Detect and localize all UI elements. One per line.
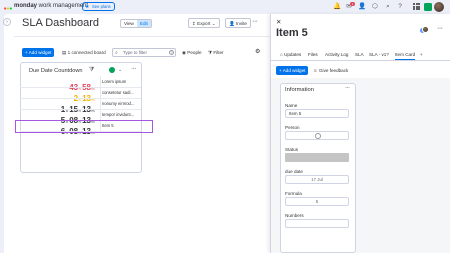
person-placeholder-icon — [315, 133, 321, 139]
edit-mode-button[interactable]: Edit — [136, 20, 151, 27]
export-button[interactable]: ↥ Export ⌄ — [188, 18, 220, 28]
status-field[interactable] — [285, 153, 349, 162]
row-separator — [100, 109, 101, 120]
settings-gear-icon[interactable]: ⚙ — [255, 48, 260, 57]
search-icon[interactable]: ⌕ — [384, 3, 392, 11]
subscriber-avatar — [422, 26, 429, 33]
top-bar: monday work management See plans 🔔 ✉ 1 👤… — [0, 0, 450, 14]
board-title[interactable]: SLA Dashboard — [22, 17, 99, 29]
invite-button[interactable]: 👤 Invite — [225, 18, 251, 28]
person-label: Person — [285, 125, 300, 130]
help-icon[interactable]: ? — [169, 50, 174, 55]
app-switcher-icon[interactable] — [413, 3, 420, 10]
card-more-icon[interactable]: ··· — [345, 85, 350, 91]
item-subscribers[interactable] — [419, 26, 429, 35]
board-more-icon[interactable]: ··· — [252, 18, 258, 25]
filter-button[interactable]: ⧩ Filter — [208, 48, 224, 57]
item-name: Lorem ipsum — [102, 79, 127, 84]
item-name: consetetur sadi... — [102, 90, 134, 95]
close-icon[interactable]: ✕ — [276, 18, 281, 26]
widget-filter-icon[interactable]: ⧩ — [89, 67, 94, 74]
due-date-field[interactable]: 17 Jul — [285, 175, 349, 184]
formula-field[interactable]: 5 — [285, 197, 349, 206]
apps-marketplace-icon[interactable]: ⬡ — [371, 3, 379, 11]
invite-members-icon[interactable]: 👤 — [358, 3, 366, 11]
search-icon: ⌕ — [115, 50, 118, 56]
countdown-row[interactable]: 2h 13m consetetur sadi... — [20, 87, 141, 103]
help-icon[interactable]: ? — [396, 3, 404, 11]
tab-files[interactable]: Files — [308, 52, 318, 57]
view-edit-toggle: View Edit — [120, 19, 152, 28]
people-filter-button[interactable]: ◉ People — [182, 48, 202, 57]
row-separator — [100, 76, 101, 87]
board-area: › SLA Dashboard ☆ View Edit ↥ Export ⌄ 👤… — [3, 14, 274, 253]
user-avatar[interactable] — [434, 2, 444, 12]
widget-more-icon[interactable]: ··· — [131, 65, 137, 72]
tab-sla[interactable]: SLA — [355, 52, 364, 57]
status-label: Status — [285, 147, 299, 152]
tab-updates[interactable]: ⌂ Updates — [280, 52, 301, 57]
tab-activity-log[interactable]: Activity Log — [325, 52, 349, 57]
information-card: Information ··· Name Item 5 Person Statu… — [280, 83, 356, 253]
formula-label: Formula — [285, 191, 302, 196]
brand-name: monday work management — [14, 3, 89, 9]
give-feedback-button[interactable]: ☺ Give feedback — [313, 66, 348, 75]
countdown-row[interactable]: 43h 58m Lorem ipsum — [20, 76, 141, 92]
item-more-icon[interactable]: ··· — [437, 25, 443, 32]
tab-sla-v1[interactable]: SLA - v1? — [369, 52, 389, 57]
add-tab-icon[interactable]: + — [420, 52, 423, 57]
numbers-label: Numbers — [285, 213, 304, 218]
item-name: tempor invidunt... — [102, 112, 135, 117]
header-divider — [14, 36, 270, 37]
monday-logo-icon — [4, 7, 12, 10]
item-panel: ✕ Item 5 ··· ⌂ Updates Files Activity Lo… — [270, 14, 450, 253]
filter-search-input[interactable]: ⌕ Type to filter ? — [112, 48, 176, 57]
name-field[interactable]: Item 5 — [285, 109, 349, 118]
countdown-row[interactable]: 5d 08h 13m tempor invidunt... — [20, 109, 141, 125]
tab-item-card[interactable]: Item Card — [395, 52, 416, 60]
selected-row-highlight — [15, 120, 153, 133]
item-name: nonumy eirmod... — [102, 101, 135, 106]
connected-boards-button[interactable]: ▤ 1 connected board — [62, 48, 106, 57]
item-title[interactable]: Item 5 — [276, 27, 308, 39]
see-plans-button[interactable]: See plans — [82, 2, 115, 11]
bell-icon[interactable]: 🔔 — [333, 3, 341, 11]
widget-app-icon — [109, 67, 115, 73]
numbers-field[interactable] — [285, 219, 349, 228]
name-label: Name — [285, 103, 298, 108]
favorite-star-icon[interactable]: ☆ — [78, 18, 84, 26]
workspace-icon[interactable] — [424, 3, 432, 11]
row-separator — [100, 87, 101, 98]
due-date-label: due date — [285, 169, 303, 174]
person-field[interactable] — [285, 131, 349, 140]
widget-title[interactable]: Due Date Countdown — [29, 68, 83, 74]
panel-add-widget-button[interactable]: + Add widget — [276, 66, 309, 75]
inbox-badge: 1 — [350, 2, 355, 6]
countdown-row[interactable]: 1d 15h 13m nonumy eirmod... — [20, 98, 141, 114]
row-separator — [100, 98, 101, 109]
information-title: Information — [285, 87, 314, 93]
item-tabs: ⌂ Updates Files Activity Log SLA SLA - v… — [271, 51, 450, 61]
view-mode-button[interactable]: View — [121, 20, 137, 27]
chevron-down-icon[interactable]: ⌄ — [118, 67, 122, 73]
add-widget-button[interactable]: + Add widget — [22, 48, 55, 57]
collapse-sidebar-icon[interactable]: › — [3, 18, 11, 26]
